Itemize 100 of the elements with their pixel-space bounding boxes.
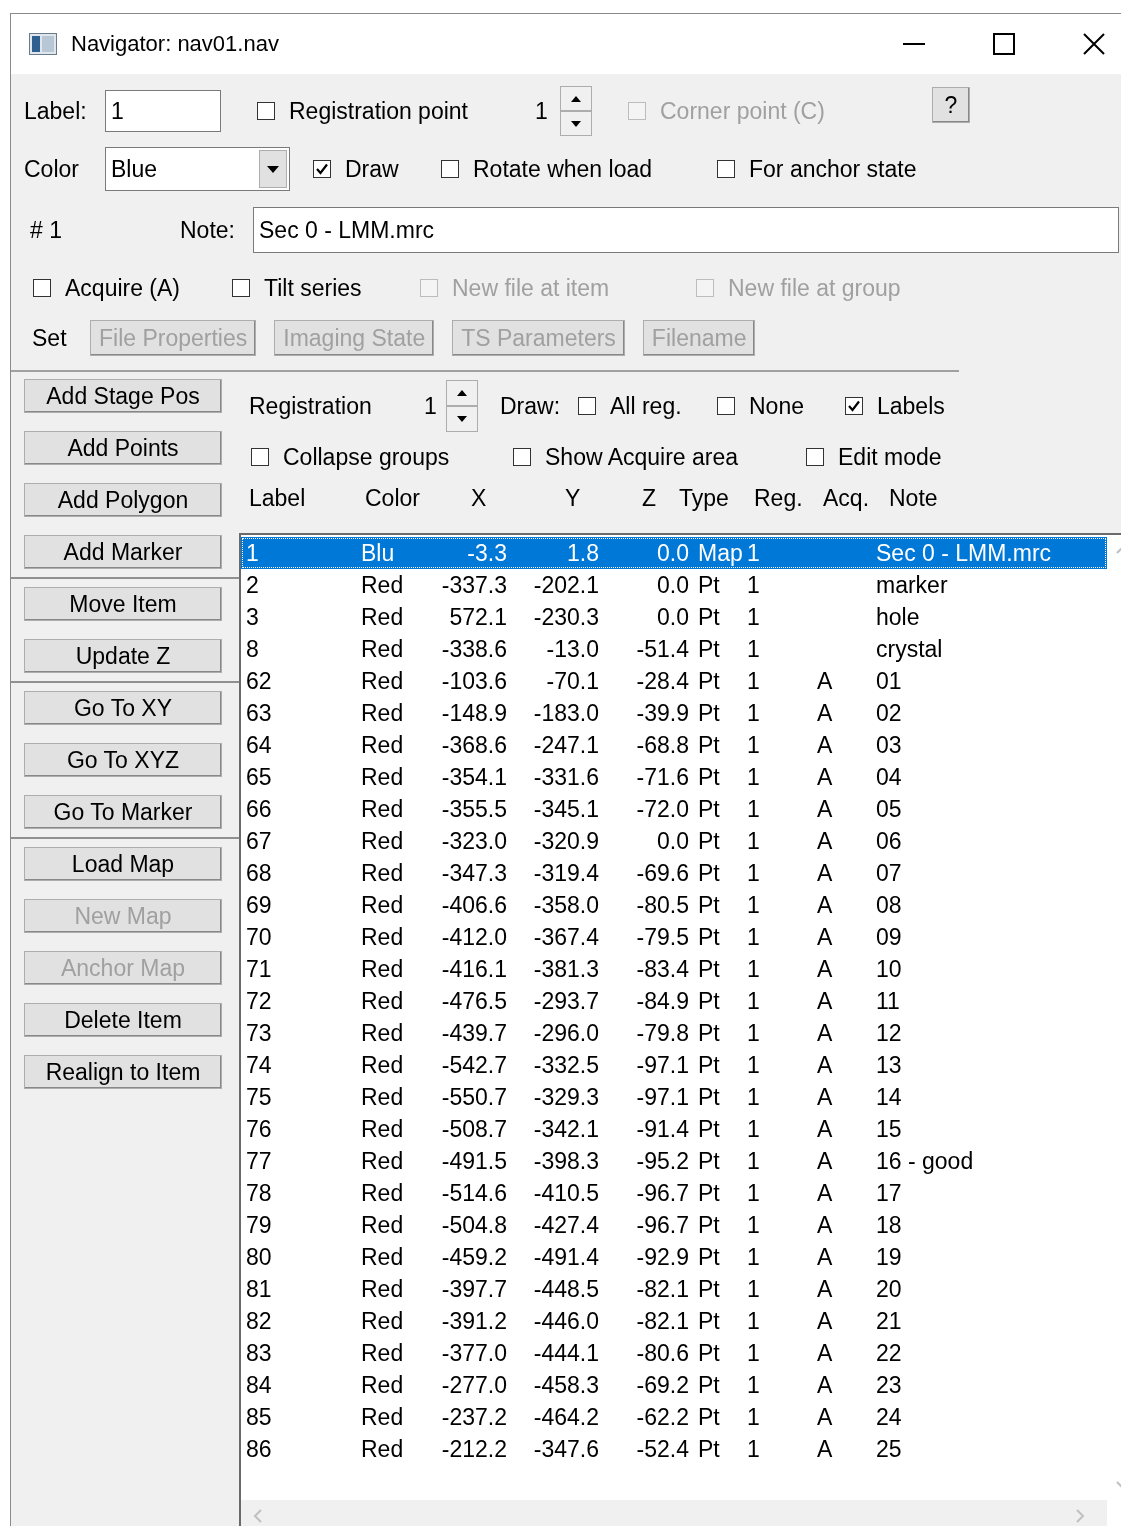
table-cell-text: marker [876, 571, 949, 599]
checkbox[interactable] [33, 279, 51, 297]
list-row[interactable]: 85 Red -237.2 -464.2 -62.2 Pt 1 A 24 [241, 1401, 1107, 1433]
button[interactable]: Go To XYZ [24, 743, 222, 777]
list-row[interactable]: 66 Red -355.5 -345.1 -72.0 Pt 1 A 05 [241, 793, 1107, 825]
table-cell-text: 04 [876, 763, 903, 791]
list-row[interactable]: 68 Red -347.3 -319.4 -69.6 Pt 1 A 07 [241, 857, 1107, 889]
list-row[interactable]: 79 Red -504.8 -427.4 -96.7 Pt 1 A 18 [241, 1209, 1107, 1241]
checkbox[interactable] [806, 448, 824, 466]
table-cell-text: -342.1 [532, 1115, 599, 1143]
checkbox[interactable] [717, 160, 735, 178]
help-button[interactable]: ? [932, 87, 970, 123]
table-cell-text: 1 [747, 1083, 761, 1111]
column-header: Label [249, 484, 307, 512]
table-cell-text: -103.6 [440, 667, 507, 695]
list-row[interactable]: 75 Red -550.7 -329.3 -97.1 Pt 1 A 14 [241, 1081, 1107, 1113]
spin-up-button[interactable] [446, 380, 478, 406]
list-row[interactable]: 82 Red -391.2 -446.0 -82.1 Pt 1 A 21 [241, 1305, 1107, 1337]
table-cell-text: Red [361, 603, 405, 631]
table-cell-text: -508.7 [440, 1115, 507, 1143]
table-cell-text: -329.3 [532, 1083, 599, 1111]
color-caption: Color [24, 155, 80, 183]
button[interactable]: Realign to Item [24, 1055, 222, 1089]
checkbox[interactable] [313, 160, 331, 178]
caret-icon [267, 165, 279, 173]
checkbox[interactable] [232, 279, 250, 297]
list-row[interactable]: 1 Blu -3.3 1.8 0.0 Map 1 Sec 0 - LMM.mrc [241, 537, 1107, 569]
table-cell-text: -416.1 [440, 955, 507, 983]
label-field[interactable]: 1 [105, 90, 221, 132]
list-row[interactable]: 73 Red -439.7 -296.0 -79.8 Pt 1 A 12 [241, 1017, 1107, 1049]
table-cell-text: 1.8 [566, 539, 599, 567]
list-row[interactable]: 76 Red -508.7 -342.1 -91.4 Pt 1 A 15 [241, 1113, 1107, 1145]
button[interactable]: Add Stage Pos [24, 379, 222, 413]
list-row[interactable]: 64 Red -368.6 -247.1 -68.8 Pt 1 A 03 [241, 729, 1107, 761]
checkbox[interactable] [578, 397, 596, 415]
table-cell-text: -323.0 [440, 827, 507, 855]
table-cell-text: A [817, 827, 834, 855]
list-row[interactable]: 65 Red -354.1 -331.6 -71.6 Pt 1 A 04 [241, 761, 1107, 793]
down-arrow-icon [571, 120, 581, 127]
spin-down-button[interactable] [446, 406, 478, 432]
checkbox[interactable] [717, 397, 735, 415]
table-cell-text: 1 [246, 539, 260, 567]
list-row[interactable]: 69 Red -406.6 -358.0 -80.5 Pt 1 A 08 [241, 889, 1107, 921]
list-row[interactable]: 3 Red 572.1 -230.3 0.0 Pt 1 hole [241, 601, 1107, 633]
button[interactable]: Update Z [24, 639, 222, 673]
table-cell-text: 65 [246, 763, 273, 791]
spin-up-button[interactable] [560, 86, 592, 111]
registration-value: 1 [424, 392, 438, 420]
checkbox[interactable] [441, 160, 459, 178]
column-header: Color [365, 484, 421, 512]
list-row[interactable]: 70 Red -412.0 -367.4 -79.5 Pt 1 A 09 [241, 921, 1107, 953]
table-cell-text: Red [361, 1435, 405, 1463]
list-row[interactable]: 8 Red -338.6 -13.0 -51.4 Pt 1 crystal [241, 633, 1107, 665]
table-cell-text: -347.3 [440, 859, 507, 887]
list-row[interactable]: 62 Red -103.6 -70.1 -28.4 Pt 1 A 01 [241, 665, 1107, 697]
table-cell-text: Red [361, 1051, 405, 1079]
list-row[interactable]: 71 Red -416.1 -381.3 -83.4 Pt 1 A 10 [241, 953, 1107, 985]
checkbox[interactable] [513, 448, 531, 466]
table-cell-text: Pt [697, 1243, 721, 1271]
table-cell-text: Pt [697, 1019, 721, 1047]
list-row[interactable]: 2 Red -337.3 -202.1 0.0 Pt 1 marker [241, 569, 1107, 601]
table-cell-text: 0.0 [656, 539, 689, 567]
list-row[interactable]: 63 Red -148.9 -183.0 -39.9 Pt 1 A 02 [241, 697, 1107, 729]
list-row[interactable]: 86 Red -212.2 -347.6 -52.4 Pt 1 A 25 [241, 1433, 1107, 1465]
list-row[interactable]: 72 Red -476.5 -293.7 -84.9 Pt 1 A 11 [241, 985, 1107, 1017]
list-row[interactable]: 78 Red -514.6 -410.5 -96.7 Pt 1 A 17 [241, 1177, 1107, 1209]
table-cell-text: Red [361, 1211, 405, 1239]
list-row[interactable]: 67 Red -323.0 -320.9 0.0 Pt 1 A 06 [241, 825, 1107, 857]
button[interactable]: Add Polygon [24, 483, 222, 517]
table-cell-text: -80.6 [635, 1339, 689, 1367]
list-row[interactable]: 81 Red -397.7 -448.5 -82.1 Pt 1 A 20 [241, 1273, 1107, 1305]
table-cell-text: Red [361, 891, 405, 919]
button[interactable]: Add Points [24, 431, 222, 465]
checkbox[interactable] [251, 448, 269, 466]
button[interactable]: Go To Marker [24, 795, 222, 829]
color-dropdown[interactable]: Blue [105, 147, 290, 191]
table-cell-text: 07 [876, 859, 903, 887]
table-cell-text: 21 [876, 1307, 903, 1335]
table-cell-text: 22 [876, 1339, 903, 1367]
checkbox[interactable] [845, 397, 863, 415]
spin-down-button[interactable] [560, 111, 592, 136]
list-row[interactable]: 74 Red -542.7 -332.5 -97.1 Pt 1 A 13 [241, 1049, 1107, 1081]
button[interactable]: Add Marker [24, 535, 222, 569]
button[interactable]: Load Map [24, 847, 222, 881]
list-row[interactable]: 80 Red -459.2 -491.4 -92.9 Pt 1 A 19 [241, 1241, 1107, 1273]
button[interactable]: Move Item [24, 587, 222, 621]
table-cell-text: Red [361, 667, 405, 695]
button[interactable]: Delete Item [24, 1003, 222, 1037]
button[interactable]: Go To XY [24, 691, 222, 725]
list-row[interactable]: 84 Red -277.0 -458.3 -69.2 Pt 1 A 23 [241, 1369, 1107, 1401]
table-cell-text: Red [361, 923, 405, 951]
table-cell-text: A [817, 1435, 834, 1463]
list-row[interactable]: 77 Red -491.5 -398.3 -95.2 Pt 1 A 16 - good [241, 1145, 1107, 1177]
list-row[interactable]: 83 Red -377.0 -444.1 -80.6 Pt 1 A 22 [241, 1337, 1107, 1369]
note-field[interactable]: Sec 0 - LMM.mrc [253, 207, 1119, 253]
table-cell-text: Pt [697, 1147, 721, 1175]
table-cell-text: 82 [246, 1307, 273, 1335]
table-cell-text: -347.6 [532, 1435, 599, 1463]
checkbox[interactable] [257, 102, 275, 120]
table-cell-text: A [817, 1339, 834, 1367]
